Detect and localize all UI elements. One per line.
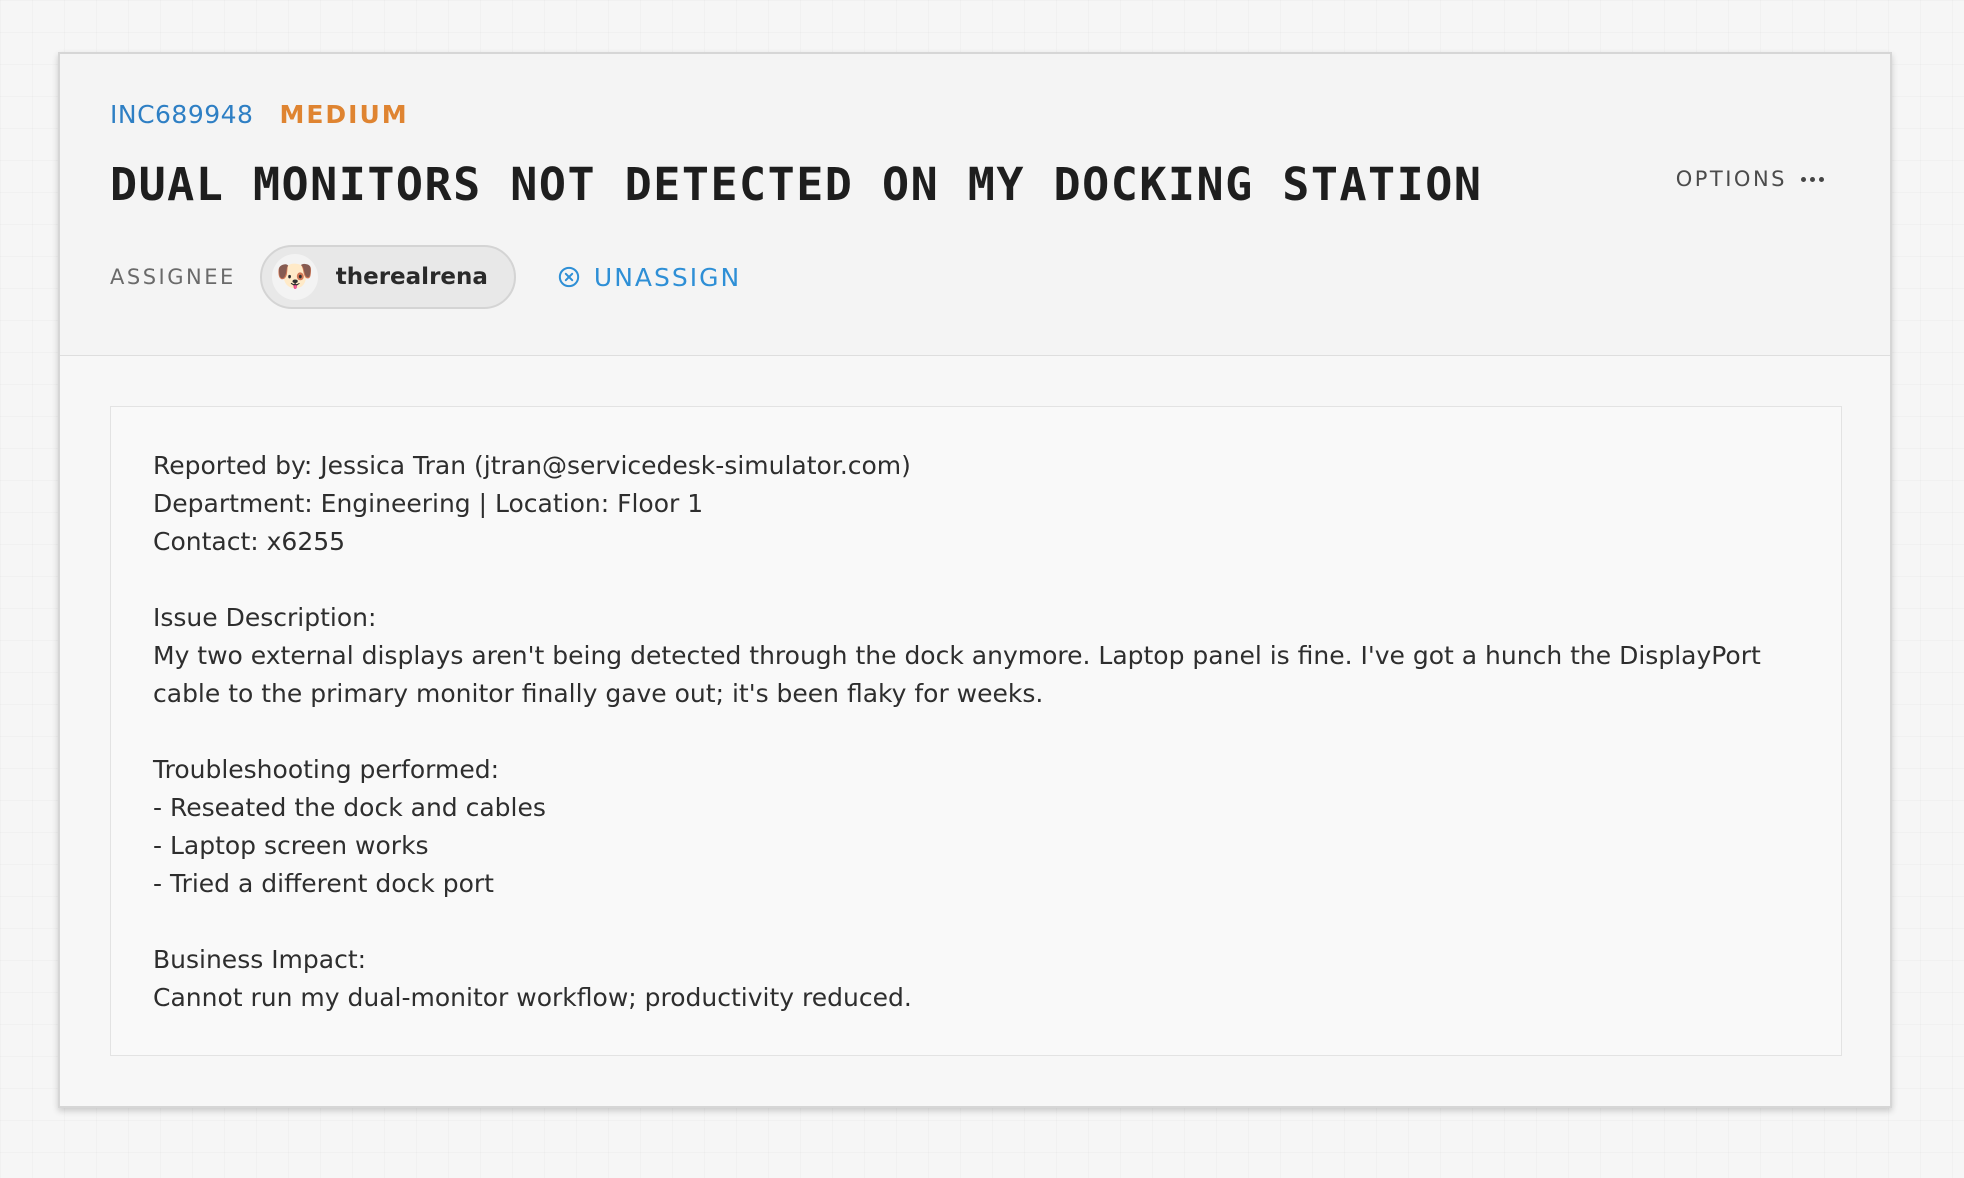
unassign-button[interactable]: UNASSIGN [558, 263, 741, 292]
ticket-id[interactable]: INC689948 [110, 100, 253, 129]
priority-badge: MEDIUM [279, 100, 409, 129]
ticket-meta: INC689948 MEDIUM [110, 100, 409, 129]
ticket-description: Reported by: Jessica Tran (jtran@service… [110, 406, 1842, 1056]
ticket-title: DUAL MONITORS NOT DETECTED ON MY DOCKING… [110, 158, 1483, 211]
assignee-chip[interactable]: 🐶 therealrena [259, 245, 516, 309]
assignee-name: therealrena [335, 264, 488, 290]
dog-face-icon: 🐶 [271, 254, 318, 300]
assignee-row: ASSIGNEE 🐶 therealrena UNASSIGN [110, 244, 741, 310]
ticket-card: INC689948 MEDIUM DUAL MONITORS NOT DETEC… [58, 52, 1892, 1108]
ticket-header: INC689948 MEDIUM DUAL MONITORS NOT DETEC… [60, 54, 1890, 356]
options-menu-button[interactable]: OPTIONS [1676, 167, 1824, 191]
circle-x-icon [558, 266, 580, 288]
unassign-label: UNASSIGN [593, 262, 742, 292]
assignee-label: ASSIGNEE [110, 265, 236, 289]
description-text: Reported by: Jessica Tran (jtran@service… [153, 451, 1761, 1012]
more-horizontal-icon [1801, 176, 1824, 182]
options-label: OPTIONS [1675, 167, 1787, 191]
